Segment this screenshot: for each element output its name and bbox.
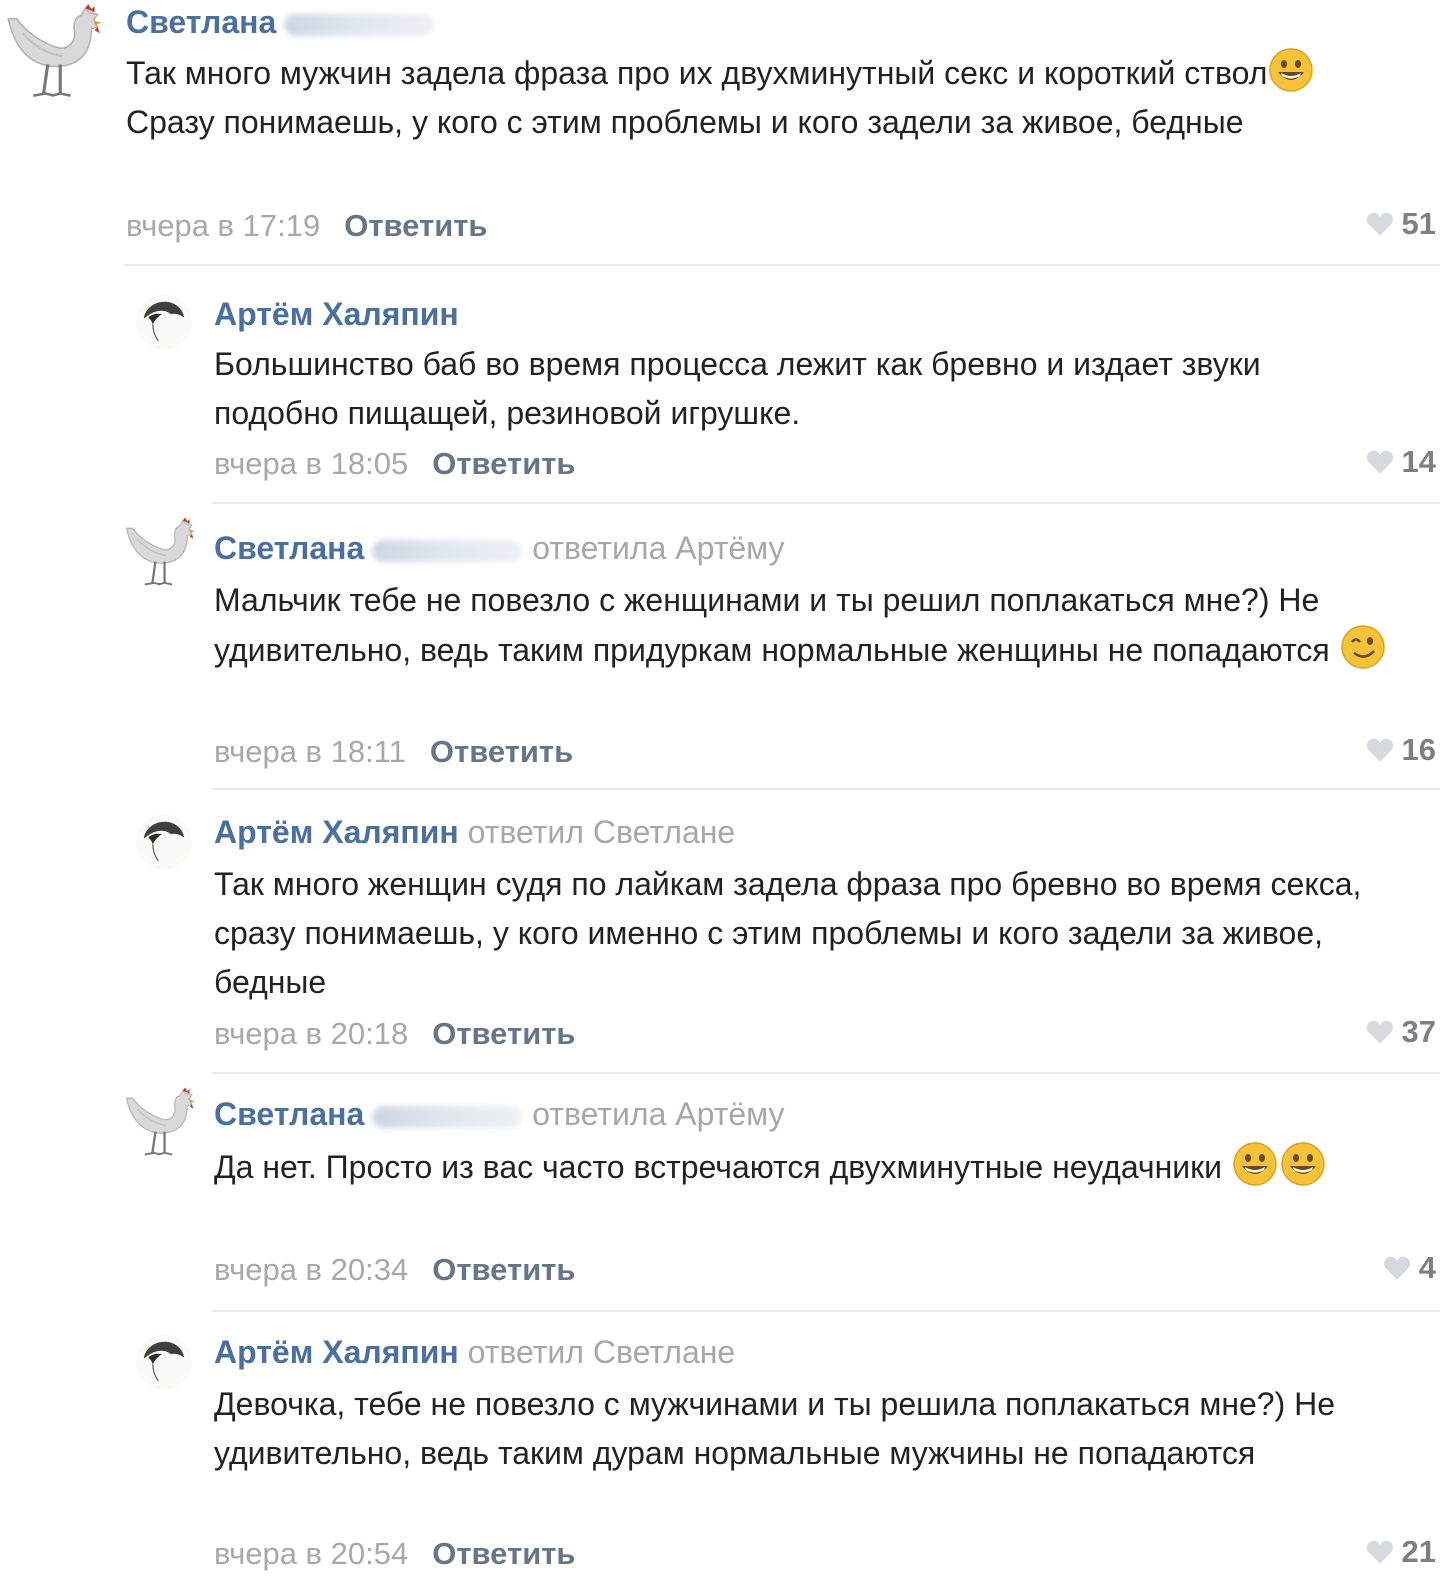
comment: Артём Халяпин ответил Светлане Так много… (0, 790, 1440, 1074)
comment-text: Да нет. Просто из вас часто встречаются … (214, 1142, 1414, 1192)
chicken-avatar-icon[interactable] (122, 516, 198, 592)
hair-avatar-icon[interactable] (136, 814, 192, 870)
author-name[interactable]: Светлана (214, 1096, 364, 1132)
grinning-face-emoji-icon (1233, 1142, 1277, 1186)
author-name[interactable]: Светлана (214, 530, 364, 566)
grinning-face-emoji-icon (1269, 48, 1313, 92)
comment-text: Так много мужчин задела фраза про их дву… (126, 48, 1406, 147)
comment: Светлана ответила Артёму Мальчик тебе не … (0, 504, 1440, 790)
heart-icon (1366, 211, 1394, 237)
like-button[interactable]: 37 (1366, 1012, 1436, 1052)
timestamp: вчера в 18:11 (214, 734, 406, 769)
like-button[interactable]: 21 (1366, 1532, 1436, 1572)
comment-meta: вчера в 20:54 Ответить (214, 1534, 576, 1574)
comment: Артём Халяпин Большинство баб во время п… (0, 268, 1440, 504)
like-button[interactable]: 4 (1383, 1248, 1436, 1288)
comment-meta: вчера в 18:11 Ответить (214, 732, 573, 772)
like-count: 14 (1401, 444, 1436, 479)
chicken-avatar-icon[interactable] (122, 1086, 198, 1162)
comment-text: Большинство баб во время процесса лежит … (214, 346, 1261, 431)
reply-to-label[interactable]: ответила Артёму (532, 1096, 784, 1132)
heart-icon (1383, 1255, 1411, 1281)
timestamp: вчера в 18:05 (214, 446, 409, 481)
heart-icon (1366, 449, 1394, 475)
reply-button[interactable]: Ответить (344, 208, 487, 243)
reply-to-label[interactable]: ответил Светлане (468, 1334, 736, 1370)
author-name[interactable]: Светлана (126, 4, 276, 40)
grinning-face-emoji-icon (1281, 1142, 1325, 1186)
comment-meta: вчера в 17:19 Ответить (126, 206, 488, 246)
like-count: 51 (1401, 206, 1436, 241)
comment-text: Мальчик тебе не повезло с женщинами и ты… (214, 576, 1414, 675)
blurred-surname (284, 13, 435, 36)
reply-button[interactable]: Ответить (432, 1252, 575, 1287)
author-name[interactable]: Артём Халяпин (214, 296, 459, 332)
comment-header: Артём Халяпин ответил Светлане (214, 1332, 735, 1372)
timestamp: вчера в 20:34 (214, 1252, 409, 1287)
comment: Артём Халяпин ответил Светлане Девочка, … (0, 1312, 1440, 1591)
comment-text: Девочка, тебе не повезло с мужчинами и т… (214, 1386, 1336, 1471)
separator (124, 264, 1440, 266)
reply-button[interactable]: Ответить (432, 446, 575, 481)
comment-header: Светлана (126, 2, 444, 42)
hair-avatar-icon[interactable] (136, 294, 192, 350)
like-button[interactable]: 14 (1366, 442, 1436, 482)
like-count: 37 (1401, 1014, 1436, 1049)
reply-to-label[interactable]: ответил Светлане (468, 814, 736, 850)
reply-button[interactable]: Ответить (432, 1016, 575, 1051)
blurred-surname (372, 539, 523, 562)
heart-icon (1366, 737, 1394, 763)
comment-meta: вчера в 20:18 Ответить (214, 1014, 576, 1054)
reply-button[interactable]: Ответить (432, 1536, 575, 1571)
author-name[interactable]: Артём Халяпин (214, 814, 459, 850)
chicken-avatar-icon[interactable] (2, 2, 106, 106)
author-name[interactable]: Артём Халяпин (214, 1334, 459, 1370)
comment-header: Светлана ответила Артёму (214, 1094, 785, 1134)
timestamp: вчера в 20:54 (214, 1536, 409, 1571)
hair-avatar-icon[interactable] (136, 1334, 192, 1390)
comment-header: Светлана ответила Артёму (214, 528, 785, 568)
blurred-surname (372, 1105, 523, 1128)
reply-to-label[interactable]: ответила Артёму (532, 530, 784, 566)
reply-button[interactable]: Ответить (430, 734, 573, 769)
comment-header: Артём Халяпин (214, 294, 459, 334)
timestamp: вчера в 20:18 (214, 1016, 409, 1051)
like-count: 16 (1401, 732, 1436, 767)
comment: Светлана Так много мужчин задела фраза п… (0, 0, 1440, 268)
comment-meta: вчера в 20:34 Ответить (214, 1250, 576, 1290)
comment-meta: вчера в 18:05 Ответить (214, 444, 576, 484)
heart-icon (1366, 1539, 1394, 1565)
comment: Светлана ответила Артёму Да нет. Просто и… (0, 1074, 1440, 1312)
heart-icon (1366, 1019, 1394, 1045)
like-count: 21 (1401, 1534, 1436, 1569)
winking-face-emoji-icon (1341, 625, 1385, 669)
like-button[interactable]: 51 (1366, 204, 1436, 244)
comment-text: Так много женщин судя по лайкам задела ф… (214, 866, 1362, 1000)
like-count: 4 (1418, 1250, 1436, 1285)
like-button[interactable]: 16 (1366, 730, 1436, 770)
timestamp: вчера в 17:19 (126, 208, 321, 243)
comment-header: Артём Халяпин ответил Светлане (214, 812, 735, 852)
